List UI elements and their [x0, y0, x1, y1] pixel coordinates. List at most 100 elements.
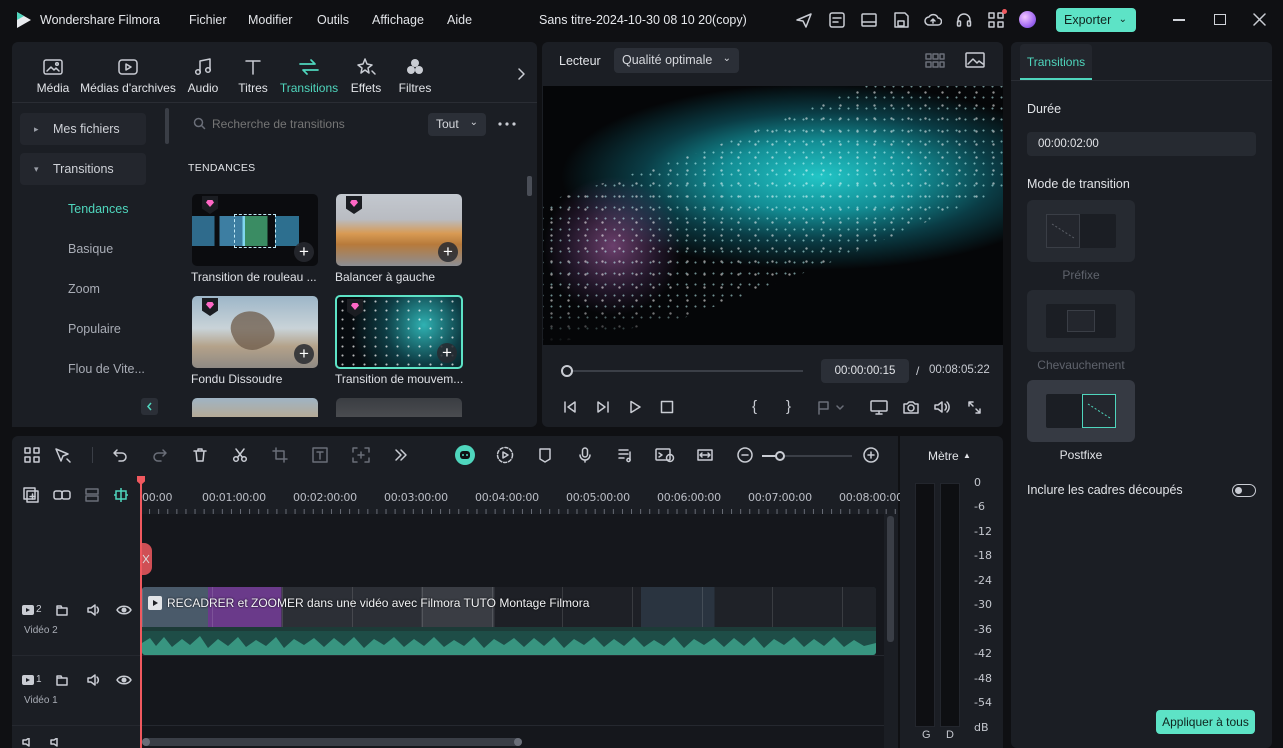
tabs-next-icon[interactable] — [516, 67, 526, 81]
mark-in-icon[interactable]: { — [752, 398, 757, 415]
eye-icon[interactable] — [116, 674, 132, 686]
next-frame-icon[interactable] — [595, 399, 611, 415]
timeline-horizontal-scrollbar[interactable] — [142, 738, 522, 746]
menu-fichier[interactable]: Fichier — [189, 13, 227, 27]
mark-out-icon[interactable]: } — [786, 398, 791, 415]
zoom-in-icon[interactable] — [863, 447, 879, 463]
tab-audio[interactable]: Audio — [183, 57, 223, 95]
more-tools-icon[interactable] — [394, 447, 408, 463]
current-time-field[interactable]: 00:00:00:15 — [821, 359, 909, 383]
menu-outils[interactable]: Outils — [317, 13, 349, 27]
sidebar-item-my-files[interactable]: ▸ Mes fichiers — [20, 113, 146, 145]
menu-affichage[interactable]: Affichage — [372, 13, 424, 27]
menu-aide[interactable]: Aide — [447, 13, 472, 27]
add-icon[interactable]: + — [438, 242, 458, 262]
sidebar-scrollbar[interactable] — [165, 108, 169, 144]
auto-sync-icon[interactable] — [655, 447, 675, 463]
playhead-line[interactable] — [140, 476, 142, 748]
crop-icon[interactable] — [272, 447, 288, 463]
tab-stock-media[interactable]: Médias d'archives — [80, 57, 176, 95]
collapse-sidebar-button[interactable] — [141, 398, 158, 415]
microphone-icon[interactable] — [577, 447, 593, 463]
volume-icon[interactable] — [933, 399, 951, 415]
camera-icon[interactable] — [902, 399, 920, 415]
render-preview-icon[interactable] — [496, 446, 514, 464]
track-manager-icon[interactable] — [84, 487, 100, 503]
headset-icon[interactable] — [955, 11, 973, 29]
add-icon[interactable]: + — [437, 343, 457, 363]
play-icon[interactable] — [627, 399, 643, 415]
transition-card[interactable]: + — [192, 194, 318, 266]
save-icon[interactable] — [892, 11, 910, 29]
search-input[interactable] — [212, 114, 412, 134]
cloud-project-icon[interactable] — [828, 11, 846, 29]
mode-prefix-option[interactable] — [1027, 200, 1135, 262]
mode-postfix-option[interactable] — [1027, 380, 1135, 442]
export-button[interactable]: Exporter ⌄ — [1056, 8, 1136, 32]
more-options-icon[interactable] — [498, 122, 516, 126]
sidebar-sub-tendances[interactable]: Tendances — [68, 202, 128, 216]
caret-up-icon[interactable]: ▲ — [963, 451, 971, 460]
prev-frame-icon[interactable] — [562, 399, 578, 415]
lock-track-icon[interactable] — [55, 673, 69, 687]
avatar[interactable] — [1019, 11, 1036, 28]
display-settings-icon[interactable] — [870, 399, 888, 415]
menu-modifier[interactable]: Modifier — [248, 13, 292, 27]
sidebar-sub-zoom[interactable]: Zoom — [68, 282, 100, 296]
eye-icon[interactable] — [116, 604, 132, 616]
close-icon[interactable] — [1253, 13, 1266, 26]
grid-view-icon[interactable] — [925, 53, 945, 68]
timeline-vertical-scrollbar[interactable] — [887, 516, 894, 642]
auto-reframe-icon[interactable] — [352, 447, 370, 463]
quality-dropdown[interactable]: Qualité optimale ⌄ — [614, 48, 739, 73]
tab-effets[interactable]: Effets — [346, 57, 386, 95]
snapshot-image-icon[interactable] — [965, 52, 985, 68]
text-tool-icon[interactable] — [312, 447, 328, 463]
apply-all-button[interactable]: Appliquer à tous — [1156, 710, 1255, 734]
zoom-out-icon[interactable] — [737, 447, 753, 463]
send-icon[interactable] — [795, 11, 813, 29]
mode-overlap-option[interactable] — [1027, 290, 1135, 352]
include-toggle[interactable] — [1232, 484, 1256, 497]
stop-icon[interactable] — [659, 399, 675, 415]
fullscreen-icon[interactable] — [967, 400, 982, 415]
add-track-icon[interactable] — [23, 487, 39, 503]
sidebar-sub-basique[interactable]: Basique — [68, 242, 113, 256]
ai-assistant-icon[interactable] — [455, 445, 475, 465]
marker-icon[interactable] — [537, 447, 553, 463]
sidebar-sub-populaire[interactable]: Populaire — [68, 322, 121, 336]
preview-video[interactable] — [543, 86, 1003, 345]
layout-icon[interactable] — [860, 11, 878, 29]
filter-dropdown[interactable]: Tout ⌄ — [428, 113, 486, 136]
tab-inspector-transitions[interactable]: Transitions — [1020, 44, 1092, 80]
transition-card[interactable]: + — [336, 194, 462, 266]
audio-tool-icon[interactable] — [617, 447, 633, 463]
apps-grid-icon[interactable] — [987, 9, 1007, 29]
undo-icon[interactable] — [112, 447, 128, 463]
transition-card[interactable]: + — [192, 296, 318, 368]
preview-progress-handle[interactable] — [561, 365, 573, 377]
maximize-icon[interactable] — [1214, 14, 1226, 25]
duration-field[interactable]: 00:00:02:00 — [1027, 132, 1256, 156]
redo-icon[interactable] — [152, 447, 168, 463]
cloud-upload-icon[interactable] — [924, 11, 942, 29]
playhead-scissors-icon[interactable] — [140, 543, 152, 575]
transition-card-selected[interactable]: + — [335, 295, 463, 369]
lock-track-icon[interactable] — [55, 603, 69, 617]
meter-label[interactable]: Mètre — [928, 449, 959, 463]
mute-track-icon[interactable] — [86, 603, 102, 617]
browser-scrollbar[interactable] — [527, 176, 532, 196]
add-icon[interactable]: + — [294, 242, 314, 262]
transition-card[interactable] — [192, 398, 318, 417]
zoom-slider-handle[interactable] — [775, 451, 785, 461]
tab-titres[interactable]: Titres — [234, 57, 272, 95]
magnetic-snap-icon[interactable] — [113, 487, 129, 503]
video-clip[interactable]: RECADRER et ZOOMER dans une vidéo avec F… — [142, 587, 876, 655]
marker-flag-icon[interactable] — [817, 400, 847, 415]
delete-icon[interactable] — [192, 447, 208, 463]
tab-media[interactable]: Média — [30, 57, 76, 95]
select-tool-icon[interactable] — [54, 447, 72, 463]
link-icon[interactable] — [53, 487, 71, 503]
fit-timeline-icon[interactable] — [697, 447, 713, 463]
tab-transitions[interactable]: Transitions — [279, 57, 339, 95]
